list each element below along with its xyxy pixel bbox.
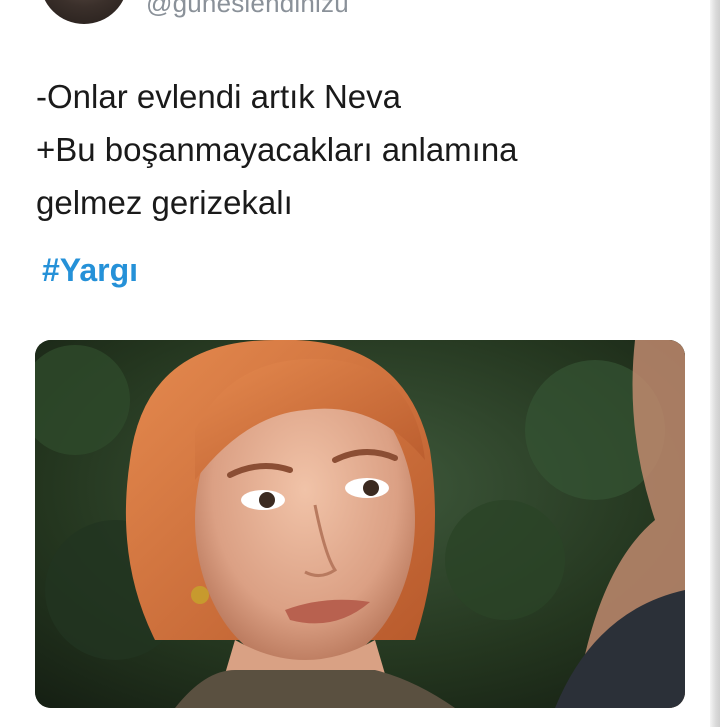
author-handle[interactable]: @gunesiendinizu	[146, 0, 349, 19]
tweet-text-line: gelmez gerizekalı	[36, 184, 293, 221]
hashtag-link[interactable]: #Yargı	[42, 252, 138, 289]
author-avatar[interactable]	[40, 0, 128, 24]
tweet-text-line: -Onlar evlendi artık Neva	[36, 78, 401, 115]
photo-icon	[35, 340, 685, 708]
tweet-text: -Onlar evlendi artık Neva +Bu boşanmayac…	[36, 70, 696, 229]
scroll-edge	[710, 0, 720, 727]
tweet-text-line: +Bu boşanmayacakları anlamına	[36, 131, 518, 168]
tweet-media-photo[interactable]	[35, 340, 685, 708]
